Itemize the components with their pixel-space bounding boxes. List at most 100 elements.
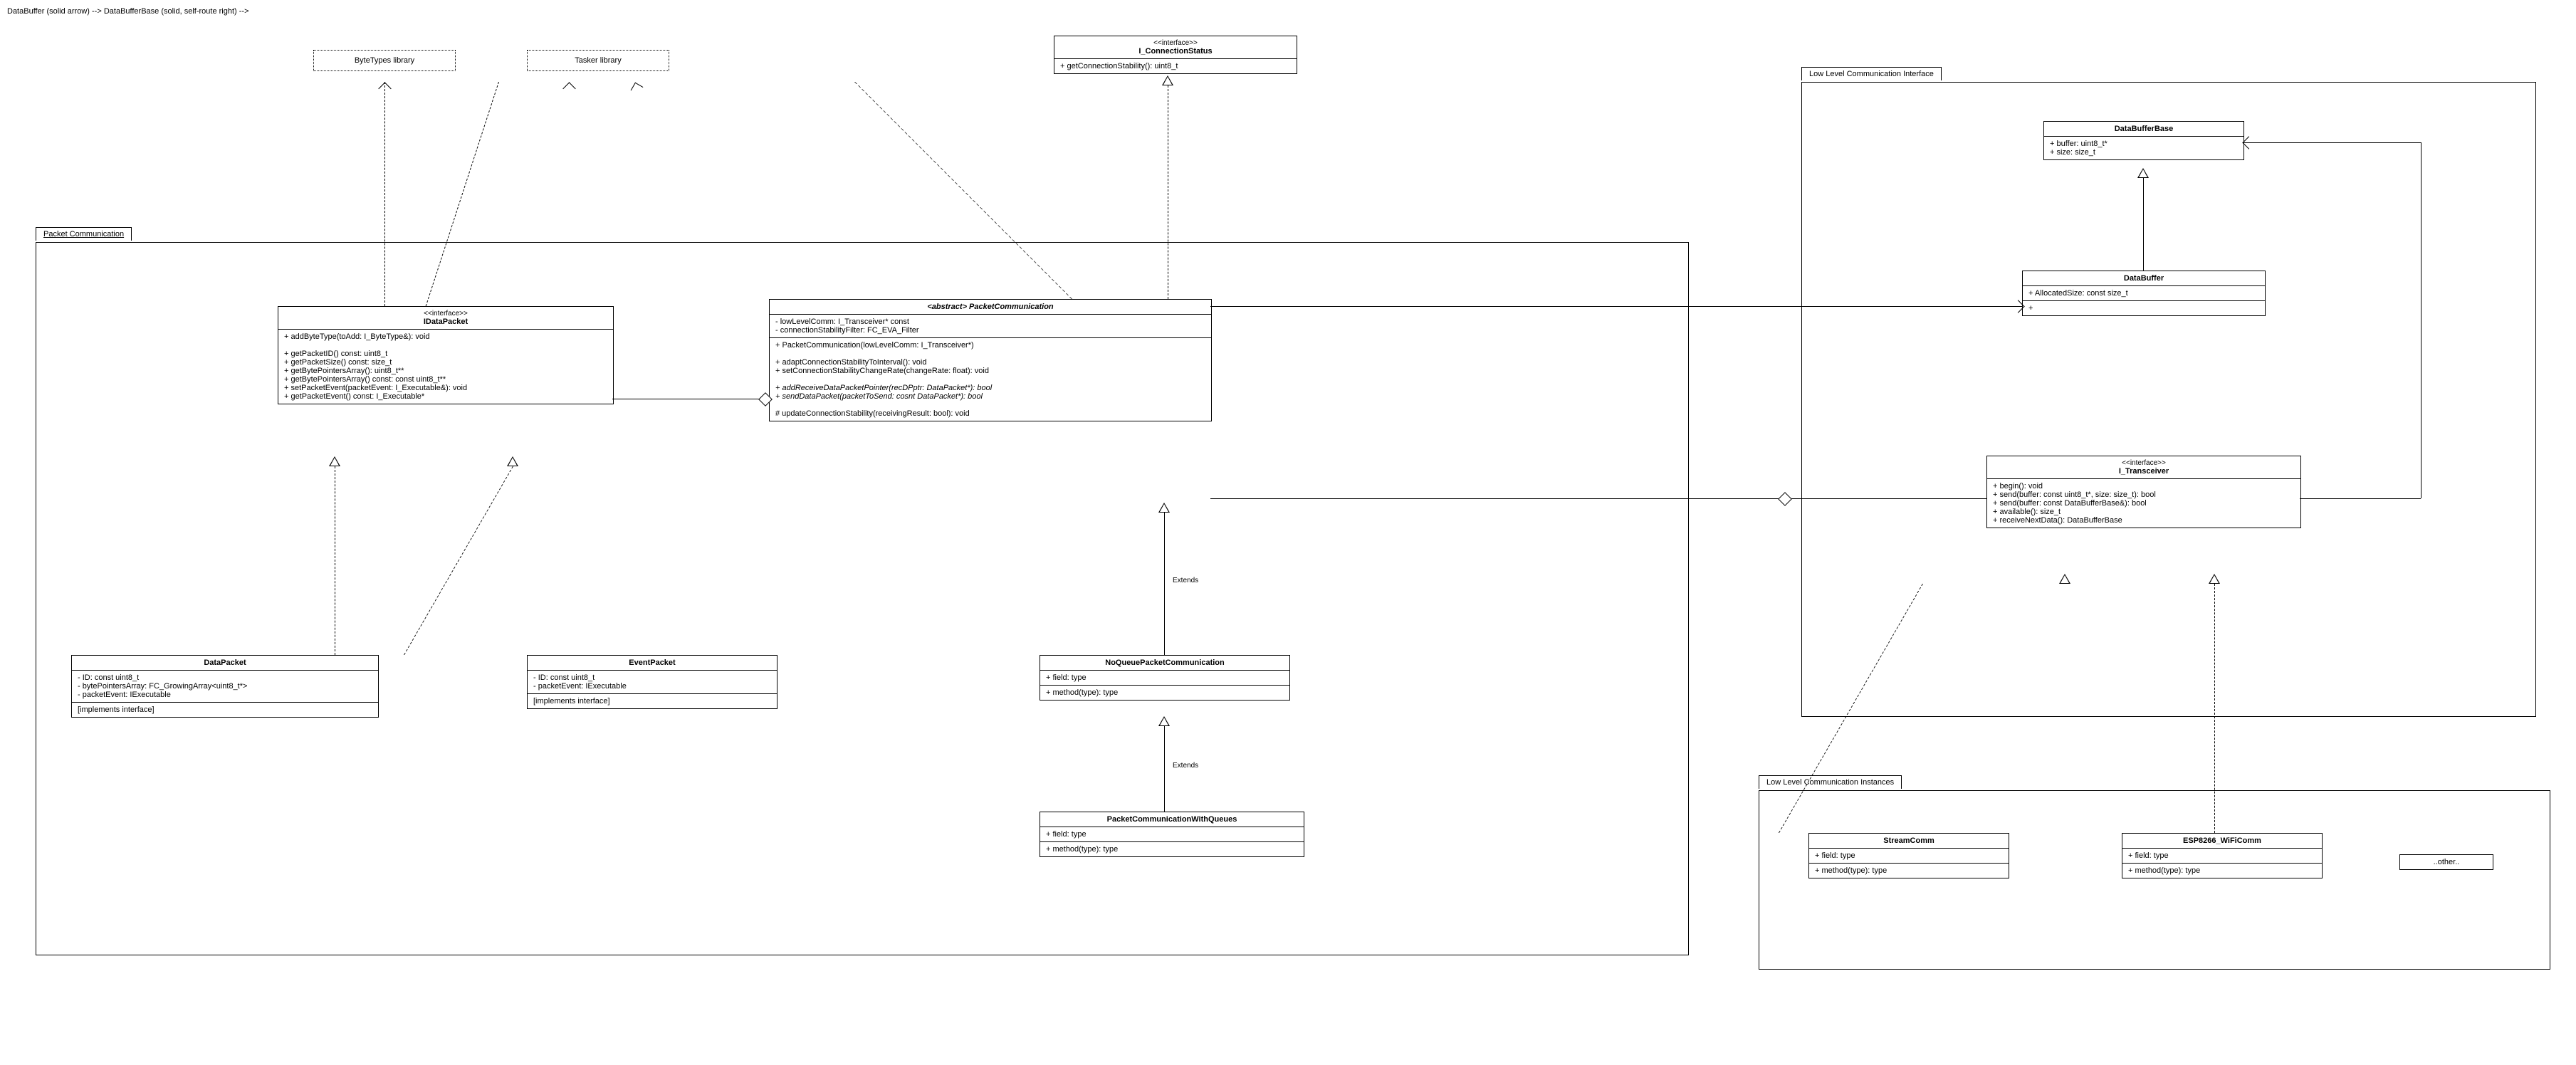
class-name: EventPacket [533, 659, 771, 667]
op: # updateConnectionStability(receivingRes… [775, 409, 1205, 418]
label: Tasker library [575, 56, 621, 65]
diamond [1778, 492, 1792, 506]
assoc-itransceiver-databufferbase-h1 [2300, 498, 2421, 499]
class-datapacket: DataPacket - ID: const uint8_t - bytePoi… [71, 655, 379, 718]
class-name: DataPacket [78, 659, 372, 667]
attr: + AllocatedSize: const size_t [2028, 289, 2259, 298]
triangle [2059, 574, 2070, 584]
assoc-packetcomm-databuffer [1210, 306, 2022, 307]
extends-label: Extends [1171, 762, 1200, 770]
stereotype: <<interface>> [284, 310, 607, 318]
triangle [329, 456, 340, 466]
class-noqueuepacketcommunication: NoQueuePacketCommunication + field: type… [1040, 655, 1290, 701]
op: + send(buffer: const uint8_t*, size: siz… [1993, 490, 2295, 499]
class-name: PacketCommunicationWithQueues [1046, 815, 1298, 824]
note: [implements interface] [78, 705, 372, 714]
attr: - packetEvent: IExecutable [533, 682, 771, 691]
label: ByteTypes library [355, 56, 414, 65]
extends-label: Extends [1171, 577, 1200, 584]
attr: + field: type [2128, 851, 2316, 860]
attr: + field: type [1046, 830, 1298, 839]
op: + setPacketEvent(packetEvent: I_Executab… [284, 384, 607, 392]
agg-packetcomm-itransceiver [1210, 498, 1986, 499]
bytetypes-library-note: ByteTypes library [313, 50, 456, 71]
class-name: ..other.. [2406, 858, 2487, 866]
class-packetcommunicationwithqueues: PacketCommunicationWithQueues + field: t… [1040, 812, 1304, 857]
gen-withqueues-noqueue [1164, 726, 1165, 812]
op: + getBytePointersArray() const: const ui… [284, 375, 607, 384]
stereotype: <<interface>> [1060, 39, 1291, 47]
package-low-level-instances: Low Level Communication Instances [1759, 790, 2550, 970]
op: + getPacketEvent() const: I_Executable* [284, 392, 607, 401]
arrowhead [378, 82, 391, 95]
gen-noqueue-packetcomm [1164, 513, 1165, 655]
dep-idatapacket-bytetypes [384, 82, 385, 306]
class-name: DataBuffer [2028, 274, 2259, 283]
triangle [1158, 716, 1170, 726]
class-streamcomm: StreamComm + field: type + method(type):… [1808, 833, 2009, 878]
class-packetcommunication: <abstract> PacketCommunication - lowLeve… [769, 299, 1212, 421]
arrowhead [631, 83, 644, 95]
assoc-itransceiver-databufferbase-h2 [2243, 142, 2421, 143]
op: + method(type): type [1046, 845, 1298, 854]
op: + setConnectionStabilityChangeRate(chang… [775, 367, 1205, 375]
op: + method(type): type [1815, 866, 2003, 875]
class-name: DataBufferBase [2050, 125, 2238, 133]
attr: - connectionStabilityFilter: FC_EVA_Filt… [775, 326, 1205, 335]
package-low-level-interface: Low Level Communication Interface [1801, 82, 2536, 717]
spacer3 [775, 401, 1205, 409]
class-name: <abstract> PacketCommunication [775, 303, 1205, 311]
op: + getPacketSize() const: size_t [284, 358, 607, 367]
class-databufferbase: DataBufferBase + buffer: uint8_t* + size… [2043, 121, 2244, 160]
class-name: StreamComm [1815, 836, 2003, 845]
class-idatapacket: <<interface>> IDataPacket + addByteType(… [278, 306, 614, 404]
op: + getConnectionStability(): uint8_t [1060, 62, 1291, 70]
op: + begin(): void [1993, 482, 2295, 490]
attr: - lowLevelComm: I_Transceiver* const [775, 318, 1205, 326]
package-label: Low Level Communication Interface [1801, 67, 1942, 80]
triangle [2209, 574, 2220, 584]
op: + PacketCommunication(lowLevelComm: I_Tr… [775, 341, 1205, 350]
attr: + field: type [1815, 851, 2003, 860]
class-eventpacket: EventPacket - ID: const uint8_t - packet… [527, 655, 777, 709]
spacer2 [775, 375, 1205, 384]
class-other: ..other.. [2399, 854, 2493, 870]
attr: - bytePointersArray: FC_GrowingArray<uin… [78, 682, 372, 691]
attr: + buffer: uint8_t* [2050, 140, 2238, 148]
package-label: Low Level Communication Instances [1759, 775, 1902, 789]
triangle [2137, 168, 2149, 178]
attr: + field: type [1046, 673, 1284, 682]
op: + [2028, 304, 2259, 313]
attr: + size: size_t [2050, 148, 2238, 157]
stereotype: <<interface>> [1993, 459, 2295, 467]
class-name: I_ConnectionStatus [1060, 47, 1291, 56]
op: + receiveNextData(): DataBufferBase [1993, 516, 2295, 525]
spacer [775, 350, 1205, 358]
tasker-library-note: Tasker library [527, 50, 669, 71]
op: + adaptConnectionStabilityToInterval(): … [775, 358, 1205, 367]
attr: - ID: const uint8_t [533, 673, 771, 682]
triangle [507, 456, 518, 466]
op: + addByteType(toAdd: I_ByteType&): void [284, 332, 607, 341]
class-i-transceiver: <<interface>> I_Transceiver + begin(): v… [1986, 456, 2301, 528]
attr: - packetEvent: IExecutable [78, 691, 372, 699]
spacer [284, 341, 607, 350]
class-databuffer: DataBuffer + AllocatedSize: const size_t… [2022, 271, 2266, 316]
op: + addReceiveDataPacketPointer(recDPptr: … [775, 384, 1205, 392]
triangle [1162, 75, 1173, 85]
class-esp8266-wificomm: ESP8266_WiFiComm + field: type + method(… [2122, 833, 2323, 878]
note: [implements interface] [533, 697, 771, 705]
gen-databuffer-databufferbase [2143, 178, 2144, 271]
class-name: I_Transceiver [1993, 467, 2295, 476]
class-i-connectionstatus: <<interface>> I_ConnectionStatus + getCo… [1054, 36, 1297, 74]
op: + sendDataPacket(packetToSend: cosnt Dat… [775, 392, 1205, 401]
attr: - ID: const uint8_t [78, 673, 372, 682]
realize-wificomm-itransceiver [2214, 584, 2215, 833]
op: + method(type): type [1046, 688, 1284, 697]
op: + method(type): type [2128, 866, 2316, 875]
op: + available(): size_t [1993, 508, 2295, 516]
arrowhead [562, 82, 575, 95]
class-name: NoQueuePacketCommunication [1046, 659, 1284, 667]
package-label: Packet Communication [36, 227, 132, 241]
op: + getBytePointersArray(): uint8_t** [284, 367, 607, 375]
